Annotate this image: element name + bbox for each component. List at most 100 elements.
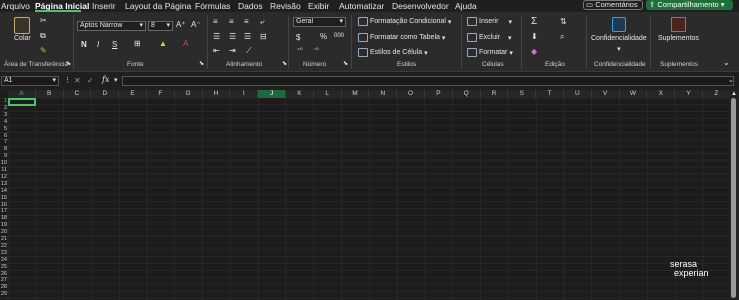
row-header[interactable]: 6 bbox=[0, 133, 7, 139]
bold-button[interactable]: N bbox=[81, 40, 87, 49]
row-header[interactable]: 28 bbox=[0, 284, 7, 290]
row-header[interactable]: 21 bbox=[0, 236, 7, 242]
align-left-icon[interactable]: ☰ bbox=[213, 32, 220, 41]
dialog-launcher-icon[interactable]: ⬊ bbox=[199, 60, 204, 67]
column-header[interactable]: Y bbox=[675, 90, 703, 98]
row-header[interactable]: 10 bbox=[0, 160, 7, 166]
column-header[interactable]: G bbox=[174, 90, 203, 98]
column-header[interactable]: R bbox=[480, 90, 509, 98]
row-header[interactable]: 22 bbox=[0, 243, 7, 249]
comments-button[interactable]: ▭ Comentários bbox=[583, 0, 643, 10]
cell-styles-button[interactable]: Estilos de Célula ▾ bbox=[358, 48, 428, 57]
increase-font-icon[interactable]: A⁺ bbox=[176, 20, 186, 29]
paste-button[interactable]: Colar bbox=[14, 17, 31, 42]
column-header[interactable]: S bbox=[508, 90, 537, 98]
scrollbar-thumb[interactable] bbox=[731, 98, 736, 298]
column-header[interactable]: F bbox=[147, 90, 175, 98]
row-header[interactable]: 5 bbox=[0, 126, 7, 132]
format-as-table-button[interactable]: Formatar como Tabela ▾ bbox=[358, 33, 445, 42]
enter-icon[interactable]: ✓ bbox=[87, 76, 94, 85]
align-right-icon[interactable]: ☰ bbox=[244, 32, 251, 41]
clear-icon[interactable]: ◆ bbox=[531, 47, 537, 56]
row-header[interactable]: 24 bbox=[0, 257, 7, 263]
font-size-combo[interactable]: 8 ▾ bbox=[148, 21, 173, 31]
tab-ajuda[interactable]: Ajuda bbox=[455, 1, 477, 11]
column-header[interactable]: E bbox=[119, 90, 147, 98]
orientation-icon[interactable]: ⟋ bbox=[246, 46, 252, 56]
merge-center-icon[interactable]: ⊟ bbox=[260, 32, 267, 41]
row-header[interactable]: 15 bbox=[0, 195, 7, 201]
column-header[interactable]: X bbox=[647, 90, 676, 98]
increase-indent-icon[interactable]: ⇥ bbox=[229, 46, 236, 55]
accounting-format-icon[interactable]: $ bbox=[296, 33, 300, 42]
row-header[interactable]: 20 bbox=[0, 229, 7, 235]
row-header[interactable]: 29 bbox=[0, 291, 7, 297]
column-header[interactable]: P bbox=[425, 90, 453, 98]
collapse-ribbon-icon[interactable]: ⌄ bbox=[723, 58, 730, 67]
column-header[interactable]: A bbox=[8, 90, 36, 98]
row-header[interactable]: 23 bbox=[0, 250, 7, 256]
column-header[interactable]: B bbox=[35, 90, 64, 98]
more-options-icon[interactable]: ⋮ bbox=[64, 76, 71, 84]
decrease-decimal-icon[interactable]: ⁻⁰ bbox=[313, 47, 319, 54]
tab-arquivo[interactable]: Arquivo bbox=[1, 1, 30, 11]
row-header[interactable]: 7 bbox=[0, 139, 7, 145]
row-header[interactable]: 18 bbox=[0, 215, 7, 221]
row-header[interactable]: 13 bbox=[0, 181, 7, 187]
tab-layout-da-pagina[interactable]: Layout da Página bbox=[125, 1, 191, 11]
dialog-launcher-icon[interactable]: ⬊ bbox=[282, 60, 287, 67]
row-header[interactable]: 2 bbox=[0, 105, 7, 111]
row-header[interactable]: 11 bbox=[0, 167, 7, 173]
font-color-icon[interactable]: A bbox=[183, 39, 188, 48]
column-header[interactable]: J bbox=[258, 90, 286, 98]
selected-cell[interactable] bbox=[8, 98, 36, 106]
column-header[interactable]: U bbox=[564, 90, 592, 98]
comma-style-button[interactable]: 000 bbox=[334, 33, 344, 39]
column-header[interactable]: O bbox=[397, 90, 425, 98]
column-header[interactable]: I bbox=[230, 90, 259, 98]
underline-button[interactable]: S bbox=[112, 40, 117, 49]
column-header[interactable]: N bbox=[369, 90, 398, 98]
decrease-indent-icon[interactable]: ⇤ bbox=[213, 46, 220, 55]
align-top-icon[interactable]: ≡ bbox=[213, 17, 218, 26]
insert-cells-button[interactable]: Inserir ▾ bbox=[467, 17, 512, 26]
row-header[interactable]: 4 bbox=[0, 119, 7, 125]
row-header[interactable]: 27 bbox=[0, 277, 7, 283]
name-box[interactable]: A1 ▾ bbox=[1, 76, 59, 86]
tab-desenvolvedor[interactable]: Desenvolvedor bbox=[392, 1, 449, 11]
tab-inserir[interactable]: Inserir bbox=[92, 1, 116, 11]
find-select-icon[interactable]: ⌕ bbox=[560, 32, 564, 42]
row-header[interactable]: 8 bbox=[0, 146, 7, 152]
align-bottom-icon[interactable]: ≡ bbox=[244, 17, 249, 26]
column-header[interactable]: M bbox=[341, 90, 370, 98]
column-header[interactable]: Q bbox=[452, 90, 481, 98]
percent-button[interactable]: % bbox=[320, 32, 327, 41]
font-name-combo[interactable]: Aptos Narrow ▾ bbox=[77, 21, 146, 31]
row-header[interactable]: 25 bbox=[0, 264, 7, 270]
format-cells-button[interactable]: Formatar ▾ bbox=[467, 48, 513, 57]
tab-formulas[interactable]: Fórmulas bbox=[195, 1, 230, 11]
cancel-icon[interactable]: ✕ bbox=[74, 76, 81, 85]
addins-button[interactable]: Suplementos bbox=[658, 17, 699, 42]
tab-automatizar[interactable]: Automatizar bbox=[339, 1, 384, 11]
copy-icon[interactable]: ⧉ bbox=[40, 31, 46, 41]
increase-decimal-icon[interactable]: ⁺⁰ bbox=[297, 47, 303, 54]
chevron-down-icon[interactable]: ▾ bbox=[114, 76, 118, 84]
fill-color-icon[interactable]: ▲ bbox=[159, 39, 167, 48]
tab-revisao[interactable]: Revisão bbox=[270, 1, 301, 11]
cut-icon[interactable]: ✂ bbox=[40, 16, 47, 25]
confidentiality-button[interactable]: Confidencialidade ▾ bbox=[591, 17, 647, 53]
column-header[interactable]: L bbox=[313, 90, 342, 98]
format-painter-icon[interactable]: ✎ bbox=[40, 46, 47, 55]
tab-dados[interactable]: Dados bbox=[238, 1, 263, 11]
expand-formula-icon[interactable]: ⌄ bbox=[728, 76, 734, 84]
formula-input[interactable] bbox=[122, 76, 734, 86]
row-header[interactable]: 26 bbox=[0, 271, 7, 277]
fill-icon[interactable]: ⬇ bbox=[531, 32, 538, 41]
column-header[interactable]: T bbox=[536, 90, 564, 98]
row-header[interactable]: 14 bbox=[0, 188, 7, 194]
wrap-text-icon[interactable]: ⤶ bbox=[260, 17, 264, 27]
row-header[interactable]: 16 bbox=[0, 202, 7, 208]
row-header[interactable]: 9 bbox=[0, 153, 7, 159]
row-header[interactable]: 3 bbox=[0, 112, 7, 118]
